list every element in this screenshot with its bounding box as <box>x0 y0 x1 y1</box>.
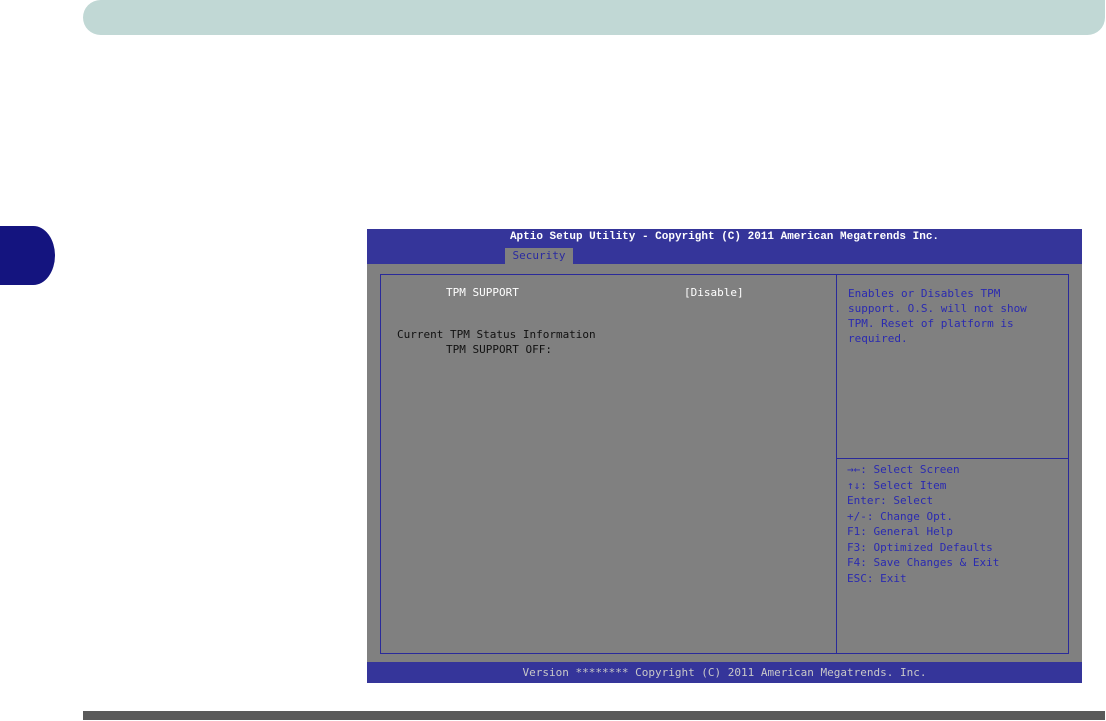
status-line: TPM SUPPORT OFF: <box>446 343 552 356</box>
key-hint: ESC: Exit <box>847 571 907 585</box>
help-text: Enables or Disables TPM support. O.S. wi… <box>848 287 1027 345</box>
bios-header: Aptio Setup Utility - Copyright (C) 2011… <box>367 229 1082 264</box>
status-heading: Current TPM Status Information <box>397 328 596 341</box>
tab-security[interactable]: Security <box>505 248 573 264</box>
key-hint: ↑↓: Select Item <box>847 478 947 492</box>
bios-screen: Aptio Setup Utility - Copyright (C) 2011… <box>367 229 1082 683</box>
key-hint: F1: General Help <box>847 525 953 538</box>
page-footer-bar <box>83 711 1105 720</box>
key-hint: F3: Optimized Defaults <box>847 540 993 554</box>
key-hint: +/-: Change Opt. <box>847 509 953 523</box>
key-hint: F4: Save Changes & Exit <box>847 556 1000 569</box>
bios-frame: TPM SUPPORT [Disable] Current TPM Status… <box>380 274 1069 654</box>
tpm-support-value[interactable]: [Disable] <box>684 286 744 299</box>
tpm-support-label[interactable]: TPM SUPPORT <box>446 286 519 299</box>
bios-title: Aptio Setup Utility - Copyright (C) 2011… <box>509 231 940 243</box>
chapter-tab <box>0 226 55 285</box>
divider <box>837 458 1068 459</box>
key-hint: Enter: Select <box>847 494 934 507</box>
key-legend: →←: Select Screen ↑↓: Select Item Enter:… <box>847 462 999 586</box>
divider <box>836 275 837 653</box>
page-header-bar <box>83 0 1105 35</box>
key-hint: →←: Select Screen <box>847 463 960 476</box>
bios-footer: Version ******** Copyright (C) 2011 Amer… <box>367 662 1082 683</box>
